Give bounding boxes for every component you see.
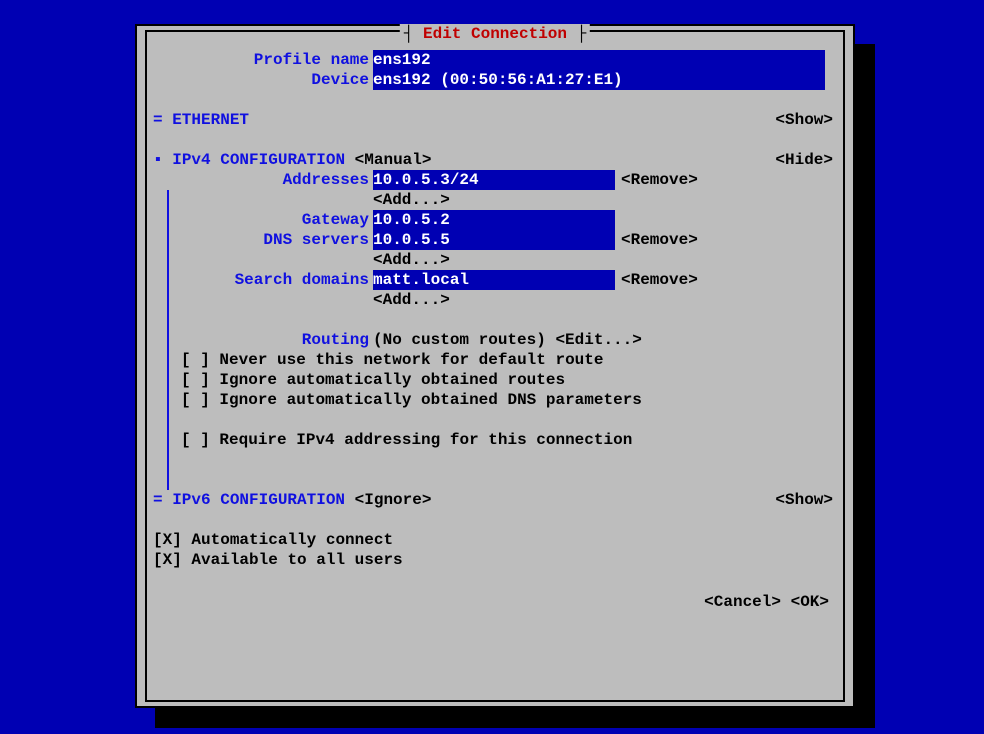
cancel-button[interactable]: <Cancel> [704,593,781,611]
avail-all-label: Available to all users [191,550,402,570]
require-ipv4-label: Require IPv4 addressing for this connect… [219,430,632,450]
dns-0-input[interactable]: 10.0.5.5 [373,230,615,250]
dialog-border: Edit Connection Profile name ens192 Devi… [145,30,845,702]
ipv4-mode-select[interactable]: <Manual> [355,151,432,169]
ipv6-section-label: = IPv6 CONFIGURATION [153,491,345,509]
routing-info: (No custom routes) [373,330,546,350]
search-add-button[interactable]: <Add...> [373,290,450,310]
ignore-routes-checkbox[interactable]: [ ] [181,370,210,390]
ipv4-bullet-icon: ▪ [153,151,163,169]
avail-all-checkbox[interactable]: [X] [153,550,182,570]
device-input[interactable]: ens192 (00:50:56:A1:27:E1) [373,70,825,90]
routing-label: Routing [153,330,373,350]
address-0-remove-button[interactable]: <Remove> [615,170,698,190]
routing-edit-button[interactable]: <Edit...> [555,330,641,350]
auto-connect-label: Automatically connect [191,530,393,550]
search-0-remove-button[interactable]: <Remove> [615,270,698,290]
ignore-routes-label: Ignore automatically obtained routes [219,370,565,390]
require-ipv4-checkbox[interactable]: [ ] [181,430,210,450]
dns-servers-label: DNS servers [153,230,373,250]
ipv4-section-label: IPv4 CONFIGURATION [172,151,345,169]
ipv6-show-button[interactable]: <Show> [775,490,833,510]
dns-add-button[interactable]: <Add...> [373,250,450,270]
search-domains-label: Search domains [153,270,373,290]
ignore-dns-checkbox[interactable]: [ ] [181,390,210,410]
never-default-label: Never use this network for default route [219,350,603,370]
edit-connection-dialog: Edit Connection Profile name ens192 Devi… [135,24,855,708]
never-default-checkbox[interactable]: [ ] [181,350,210,370]
ok-button[interactable]: <OK> [791,593,829,611]
ipv6-mode-select[interactable]: <Ignore> [355,491,432,509]
auto-connect-checkbox[interactable]: [X] [153,530,182,550]
dialog-content: Profile name ens192 Device ens192 (00:50… [153,50,837,694]
ethernet-section-label: = ETHERNET [153,110,249,130]
device-label: Device [153,70,373,90]
ethernet-show-button[interactable]: <Show> [775,110,833,130]
desktop-background: Edit Connection Profile name ens192 Devi… [0,0,984,734]
dns-0-remove-button[interactable]: <Remove> [615,230,698,250]
gateway-label: Gateway [153,210,373,230]
search-0-input[interactable]: matt.local [373,270,615,290]
profile-name-label: Profile name [153,50,373,70]
ipv4-tree-bar-2 [167,350,169,490]
dialog-title: Edit Connection [400,24,590,44]
profile-name-input[interactable]: ens192 [373,50,825,70]
address-0-input[interactable]: 10.0.5.3/24 [373,170,615,190]
address-add-button[interactable]: <Add...> [373,190,450,210]
ignore-dns-label: Ignore automatically obtained DNS parame… [219,390,641,410]
ipv4-tree-bar [167,190,169,350]
addresses-label: Addresses [153,170,373,190]
gateway-input[interactable]: 10.0.5.2 [373,210,615,230]
ipv4-hide-button[interactable]: <Hide> [775,150,833,170]
